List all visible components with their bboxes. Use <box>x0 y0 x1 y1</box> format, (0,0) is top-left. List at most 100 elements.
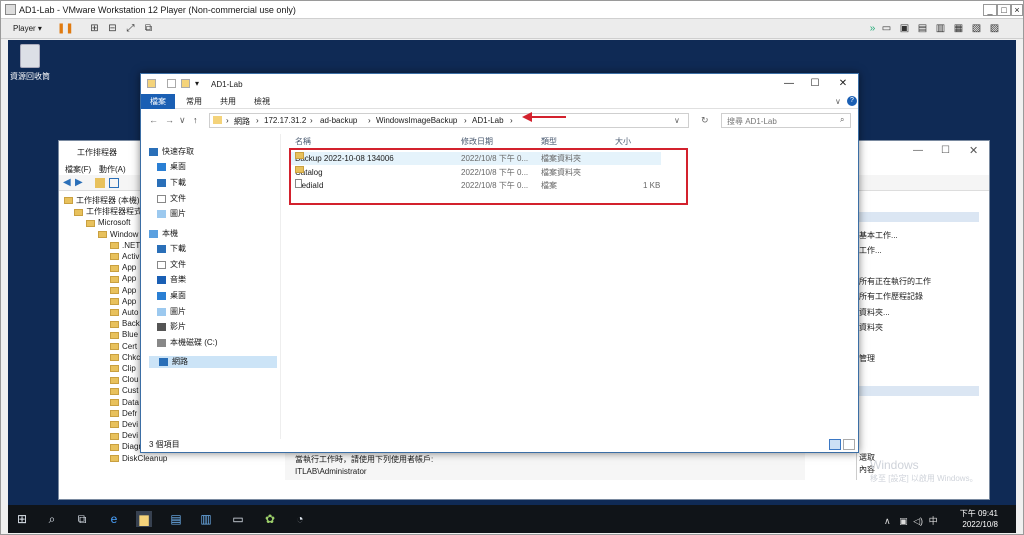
tree-item[interactable]: Chkc <box>110 352 140 363</box>
recycle-bin[interactable]: 資源回收筒 <box>10 44 50 90</box>
ribbon-expand-icon[interactable]: ∨ <box>835 97 841 106</box>
mmc-maximize-button[interactable]: ☐ <box>941 145 950 156</box>
action-task-history[interactable]: 所有工作歷程記錄 <box>859 291 923 302</box>
mmc-close-button[interactable]: ✕ <box>969 144 978 157</box>
menu-file[interactable]: 檔案(F) <box>65 164 91 175</box>
search-taskbar-icon[interactable]: ⌕ <box>44 511 60 527</box>
nav-item[interactable]: 桌面 <box>157 290 186 302</box>
nav-item[interactable]: 文件 <box>157 193 186 205</box>
ie-icon[interactable]: e <box>106 511 122 527</box>
display-icon[interactable]: ▧ <box>971 23 982 34</box>
show-tree-icon[interactable] <box>109 178 119 188</box>
tree-item[interactable]: Window <box>98 229 138 240</box>
column-date[interactable]: 修改日期 <box>461 136 493 147</box>
tree-item[interactable]: Microsoft <box>86 217 130 228</box>
action-create-task[interactable]: 工作... <box>859 245 882 256</box>
breadcrumb-network[interactable]: 網路 <box>234 116 250 127</box>
nav-item[interactable]: 網路 <box>149 356 277 368</box>
clock[interactable]: 下午 09:41 2022/10/8 <box>960 508 998 530</box>
breadcrumb-ip[interactable]: 172.17.31.2 <box>264 116 306 125</box>
menu-action[interactable]: 動作(A) <box>99 164 126 175</box>
search-box[interactable]: 搜尋 AD1-Lab ⌕ <box>721 113 851 128</box>
tree-item[interactable]: Defr <box>110 408 137 419</box>
tree-item[interactable]: Cust <box>110 385 138 396</box>
task-scheduler-taskbar-icon[interactable]: ◔ <box>292 511 308 527</box>
forward-arrow-icon[interactable]: → <box>165 115 174 125</box>
tree-item[interactable]: Devi <box>110 419 138 430</box>
column-name[interactable]: 名稱 <box>295 136 311 147</box>
minimize-button[interactable]: _ <box>983 4 997 16</box>
large-icons-view-icon[interactable] <box>843 439 855 450</box>
backup-icon[interactable]: ✿ <box>262 511 278 527</box>
usb-icon[interactable]: ▤ <box>917 23 928 34</box>
details-view-icon[interactable] <box>829 439 841 450</box>
server-manager-icon[interactable]: ▤ <box>168 511 184 527</box>
explorer-taskbar-icon[interactable]: ▆ <box>136 511 152 527</box>
properties-icon[interactable] <box>167 79 176 88</box>
tree-item[interactable]: App <box>110 296 136 307</box>
player-menu[interactable]: Player ▾ <box>13 24 42 33</box>
address-bar[interactable]: › 網路 › 172.17.31.2 › ad-backup › Windows… <box>209 113 689 128</box>
tree-item[interactable]: App <box>110 285 136 296</box>
nav-item[interactable]: 下載 <box>157 177 186 189</box>
explorer-maximize-button[interactable]: ☐ <box>805 78 825 90</box>
nav-item[interactable]: 本機 <box>149 228 178 240</box>
mmc-minimize-button[interactable]: — <box>913 145 923 156</box>
action-create-basic-task[interactable]: 基本工作... <box>859 230 898 241</box>
send-keys-icon[interactable]: ⊞ <box>89 23 100 34</box>
explorer-close-button[interactable]: ✕ <box>833 78 853 90</box>
nav-item[interactable]: 圖片 <box>157 208 186 220</box>
quick-access-dropdown-icon[interactable]: ▾ <box>195 79 199 88</box>
tree-item[interactable]: Clou <box>110 374 138 385</box>
removable-devices-icon[interactable]: ⊟ <box>107 23 118 34</box>
pause-icon[interactable]: ❚❚ <box>57 23 74 34</box>
column-type[interactable]: 類型 <box>541 136 557 147</box>
folder-up-icon[interactable] <box>95 178 105 188</box>
task-view-icon[interactable]: ⧉ <box>74 511 90 527</box>
tree-item[interactable]: 工作排程器程式 <box>74 206 142 217</box>
new-folder-icon[interactable] <box>181 79 190 88</box>
recent-dropdown-icon[interactable]: ∨ <box>179 115 186 126</box>
volume-tray-icon[interactable]: ◁) <box>913 516 923 526</box>
nav-item[interactable]: 音樂 <box>157 274 186 286</box>
nav-item[interactable]: 本機磁碟 (C:) <box>157 337 218 349</box>
nav-item[interactable]: 下載 <box>157 243 186 255</box>
tree-item[interactable]: DiskCleanup <box>110 453 167 464</box>
refresh-icon[interactable]: ↻ <box>701 115 709 126</box>
nav-item[interactable]: 文件 <box>157 259 186 271</box>
tree-item[interactable]: Data <box>110 397 139 408</box>
tree-item[interactable]: App <box>110 262 136 273</box>
action-running-tasks[interactable]: 所有正在執行的工作 <box>859 276 931 287</box>
tree-item[interactable]: Devi <box>110 430 138 441</box>
forward-icon[interactable]: ▶ <box>75 177 83 188</box>
tree-item[interactable]: .NET <box>110 240 140 251</box>
search-input[interactable]: 搜尋 AD1-Lab <box>727 116 777 127</box>
nav-item[interactable]: 桌面 <box>157 161 186 173</box>
close-button[interactable]: × <box>1011 4 1023 16</box>
cmd-icon[interactable]: ▭ <box>230 511 246 527</box>
help-icon[interactable]: ? <box>847 96 857 106</box>
nav-item[interactable]: 快速存取 <box>149 146 194 158</box>
tree-item[interactable]: Clip <box>110 363 136 374</box>
address-dropdown-icon[interactable]: ∨ <box>674 116 680 125</box>
breadcrumb-ad1-lab[interactable]: AD1-Lab <box>472 116 504 125</box>
action-manage[interactable]: 管理 <box>859 353 875 364</box>
tree-item[interactable]: 工作排程器 (本機) <box>64 195 140 206</box>
tree-item[interactable]: Back <box>110 318 140 329</box>
sound-icon[interactable]: ▥ <box>935 23 946 34</box>
nav-item[interactable]: 圖片 <box>157 306 186 318</box>
tree-item[interactable]: Blue <box>110 329 138 340</box>
tab-view[interactable]: 檢視 <box>247 94 277 109</box>
column-size[interactable]: 大小 <box>615 136 631 147</box>
network-adapter-icon[interactable]: ▣ <box>899 23 910 34</box>
tab-home[interactable]: 常用 <box>179 94 209 109</box>
tree-item[interactable]: App <box>110 273 136 284</box>
back-icon[interactable]: ◀ <box>63 177 71 188</box>
hdd-icon[interactable]: ▭ <box>881 23 892 34</box>
explorer-minimize-button[interactable]: — <box>779 78 799 90</box>
message-icon[interactable]: ▨ <box>989 23 1000 34</box>
vm-arrow-icon[interactable]: » <box>867 23 878 34</box>
tree-item[interactable]: Activ <box>110 251 139 262</box>
network-tray-icon[interactable]: ▣ <box>899 516 908 526</box>
tree-item[interactable]: Auto <box>110 307 138 318</box>
